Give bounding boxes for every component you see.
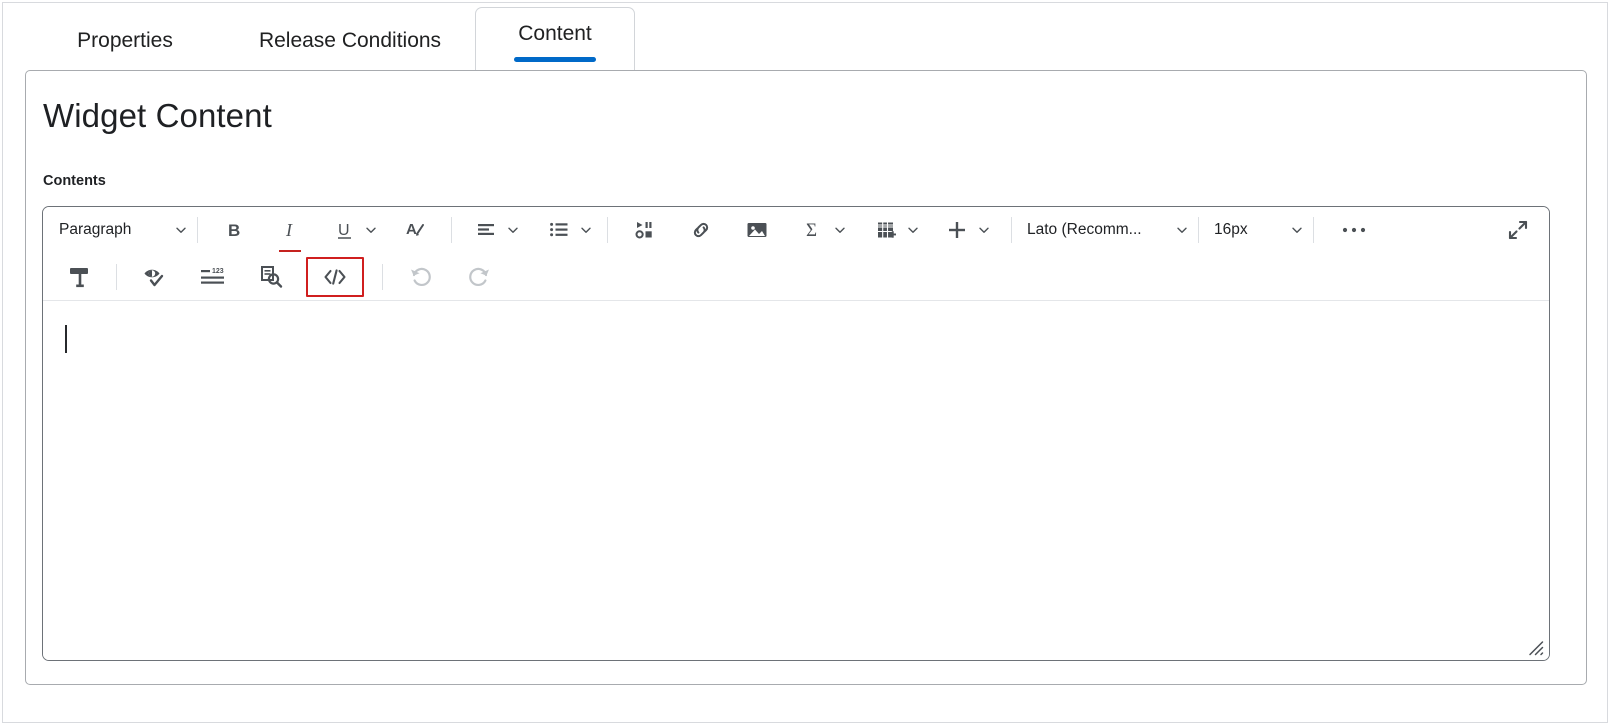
tab-release-conditions[interactable]: Release Conditions [225,11,475,71]
link-icon-button[interactable] [684,213,718,247]
font-size-dropdown[interactable]: 16px [1208,213,1304,247]
active-tab-indicator [514,57,596,62]
eye-check-icon-button[interactable] [138,260,172,294]
text-caret [65,325,67,353]
redo-icon-button[interactable] [462,260,496,294]
ellipsis-icon-button[interactable] [1337,213,1371,247]
sigma-icon-button[interactable]: Σ [796,213,830,247]
contents-field-label: Contents [43,173,106,189]
page-title: Widget Content [43,97,272,134]
fullscreen-icon-button[interactable] [1501,213,1535,247]
align-chevron-down-icon[interactable] [506,223,520,237]
insert-chevron-down-icon[interactable] [977,223,991,237]
svg-text:I: I [285,220,293,240]
toolbar-separator [451,217,452,243]
toolbar-separator [197,217,198,243]
image-icon-button[interactable] [740,213,774,247]
editor-body[interactable] [43,303,1549,660]
tab-content-label: Content [518,22,592,45]
table-chevron-down-icon[interactable] [906,223,920,237]
underline-button[interactable]: U [327,213,361,247]
html-editor: Paragraph B I U A Σ Lato (Recomm... 16px… [42,206,1550,661]
list-chevron-down-icon[interactable] [579,223,593,237]
font-family-value: Lato (Recomm... [1027,221,1142,238]
chevron-down-icon [174,223,188,237]
svg-text:A: A [406,221,417,238]
toolbar-separator [1198,217,1199,243]
plus-icon-button[interactable] [940,213,974,247]
tab-properties[interactable]: Properties [45,11,205,71]
tab-properties-label: Properties [77,29,173,52]
font-family-dropdown[interactable]: Lato (Recomm... [1021,213,1189,247]
word-count-icon-button[interactable]: 123 [196,260,230,294]
editor-toolbar: Paragraph B I U A Σ Lato (Recomm... 16px… [43,207,1549,301]
align-left-button[interactable] [469,213,503,247]
paragraph-style-dropdown[interactable]: Paragraph [53,213,188,247]
underline-chevron-down-icon[interactable] [364,223,378,237]
toolbar-separator [1011,217,1012,243]
paragraph-style-value: Paragraph [59,221,132,238]
toolbar-row-2: 123 [43,253,1549,301]
chevron-down-icon [1290,223,1304,237]
tab-release-conditions-label: Release Conditions [258,29,442,52]
html-source-editor-button[interactable] [306,256,364,297]
page-frame: Properties Release Conditions Content Wi… [2,2,1608,723]
undo-icon-button[interactable] [404,260,438,294]
content-panel: Widget Content Contents Paragraph B I U … [25,70,1587,685]
paint-roller-icon-button[interactable] [63,260,97,294]
table-icon-button[interactable] [869,213,903,247]
tab-strip: Properties Release Conditions Content [3,3,1607,71]
toolbar-separator [382,263,383,290]
tab-content[interactable]: Content [475,7,635,71]
bulleted-list-button[interactable] [542,213,576,247]
toolbar-row-1: Paragraph B I U A Σ Lato (Recomm... 16px [43,207,1549,253]
italic-button[interactable]: I [273,213,307,252]
document-search-icon-button[interactable] [254,260,288,294]
svg-text:Σ: Σ [806,220,817,241]
text-color-button[interactable]: A [398,213,432,247]
toolbar-separator [116,263,117,290]
toolbar-separator [1313,217,1314,243]
toolbar-separator [607,217,608,243]
bold-button[interactable]: B [217,213,251,247]
svg-text:B: B [228,221,240,240]
svg-text:123: 123 [212,268,224,275]
svg-text:U: U [338,222,350,239]
equation-chevron-down-icon[interactable] [833,223,847,237]
chevron-down-icon [1175,223,1189,237]
resize-grip-icon[interactable] [1526,638,1544,656]
font-size-value: 16px [1214,221,1248,238]
italic-red-underline [279,250,301,252]
media-icon-button[interactable] [628,213,662,247]
